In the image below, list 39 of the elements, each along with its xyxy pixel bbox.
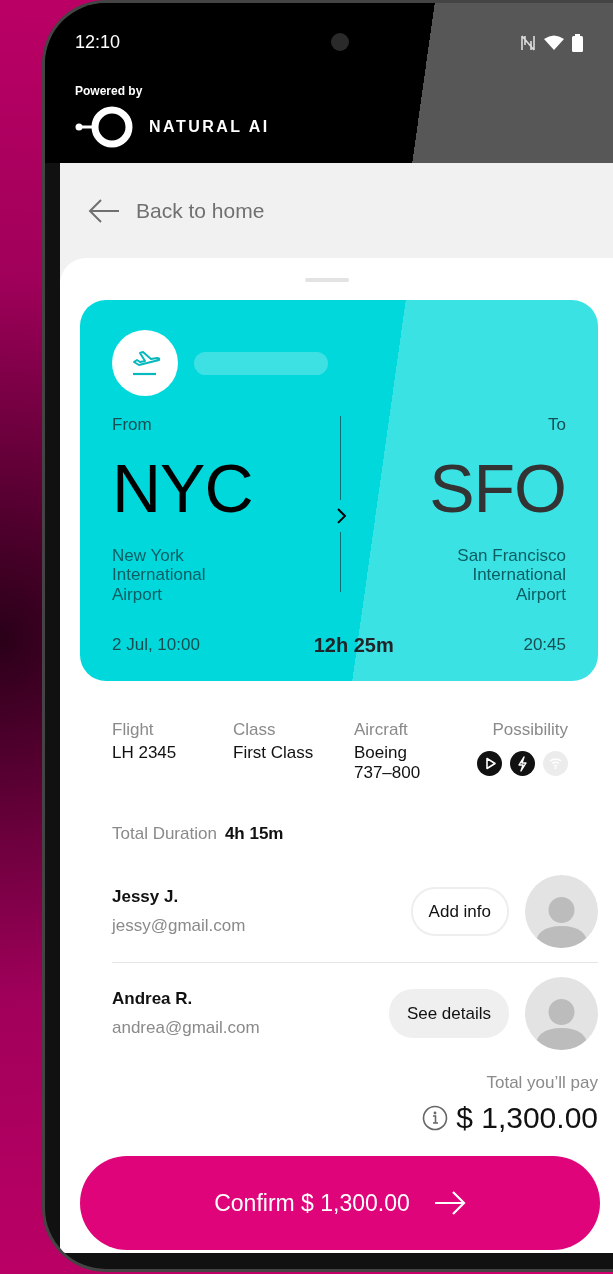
logo-icon xyxy=(75,106,133,148)
arrow-right-icon xyxy=(433,1191,466,1216)
battery-icon xyxy=(572,33,583,52)
total-duration-value: 4h 15m xyxy=(224,823,284,846)
passenger-action-button[interactable]: See details xyxy=(388,988,509,1039)
to-label: To xyxy=(548,414,566,436)
passenger-name: Andrea R. xyxy=(112,987,194,1010)
wifi-signal-icon xyxy=(544,35,564,50)
detail-label: Class xyxy=(233,719,277,741)
status-time: 12:10 xyxy=(75,31,121,54)
passenger-action-button[interactable]: Add info xyxy=(410,886,509,937)
detail-label: Flight xyxy=(112,719,155,741)
arrival-time: 20:45 xyxy=(523,633,566,656)
detail-label: Possibility xyxy=(492,719,568,741)
nfc-icon xyxy=(520,34,536,51)
flight-duration: 12h 25m xyxy=(313,633,394,658)
departure-time: 2 Jul, 10:00 xyxy=(112,633,200,656)
total-label: Total you’ll pay xyxy=(486,1071,598,1094)
back-link[interactable]: Back to home xyxy=(88,194,265,227)
confirm-button[interactable]: Confirm $ 1,300.00 xyxy=(80,1156,600,1251)
total-amount: $ 1,300.00 xyxy=(456,1100,598,1137)
detail-value: Boeing 737–800 xyxy=(354,742,422,784)
destination-airport: San Francisco International Airport xyxy=(456,545,566,605)
detail-label: Aircraft xyxy=(354,719,409,741)
passenger-email: jessy@gmail.com xyxy=(112,915,247,938)
origin-code: NYC xyxy=(112,453,254,522)
from-label: From xyxy=(112,414,153,436)
chevron-right-icon xyxy=(335,508,346,525)
detail-value: First Class xyxy=(233,742,315,763)
back-arrow-icon xyxy=(88,198,120,223)
detail-value: LH 2345 xyxy=(112,742,178,763)
passenger-email: andrea@gmail.com xyxy=(112,1017,261,1040)
total-duration-label: Total Duration xyxy=(112,823,217,846)
powered-by-label: Powered by xyxy=(75,83,144,100)
logo-text: NATURAL AI xyxy=(149,117,270,137)
info-icon[interactable] xyxy=(422,1104,449,1131)
origin-airport: New York International Airport xyxy=(112,545,207,605)
destination-code: SFO xyxy=(429,453,566,522)
passenger-name: Jessy J. xyxy=(112,885,180,908)
